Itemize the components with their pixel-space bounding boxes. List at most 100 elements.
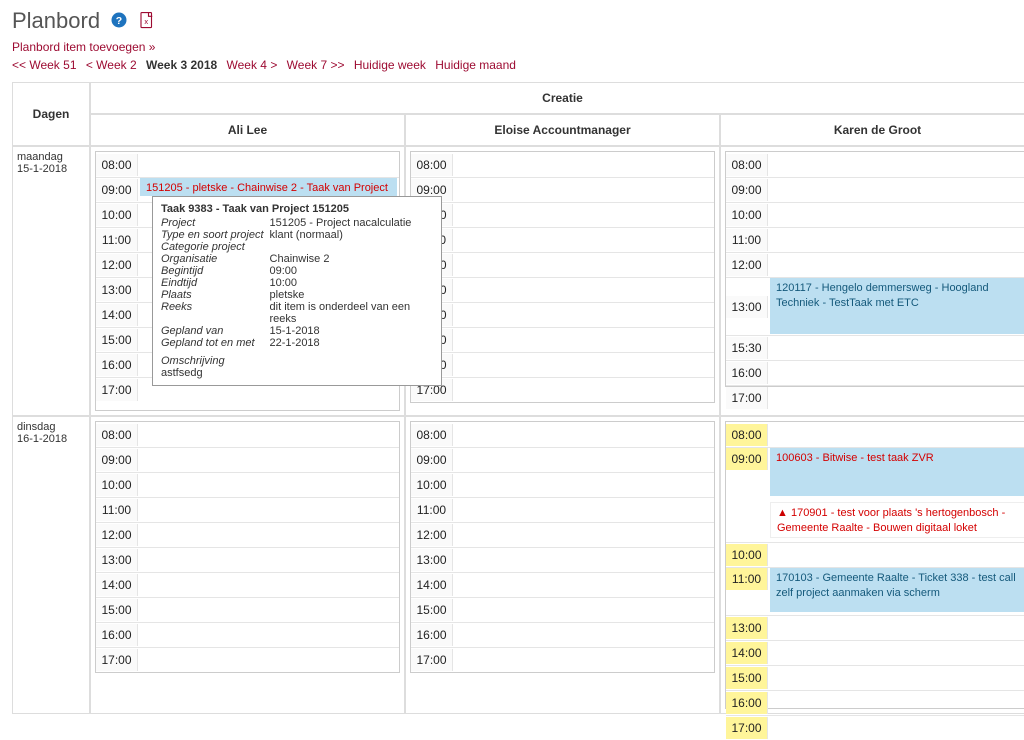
tooltip-key: Eindtijd <box>161 277 270 289</box>
hour-label: 12:00 <box>411 524 453 546</box>
svg-text:x: x <box>144 16 148 25</box>
export-excel-icon[interactable]: x <box>138 11 156 32</box>
hour-label: 11:00 <box>726 568 768 590</box>
nav-today-month[interactable]: Huidige maand <box>435 58 516 72</box>
event-karen-tue-b[interactable]: ▲ 170901 - test voor plaats 's hertogenb… <box>770 502 1024 538</box>
help-icon[interactable]: ? <box>110 11 128 32</box>
add-item-arrow-icon: » <box>149 40 156 54</box>
tooltip-val: 15-1-2018 <box>270 325 433 337</box>
tooltip-val <box>270 241 433 253</box>
hour-label: 10:00 <box>726 204 768 226</box>
nav-today-week[interactable]: Huidige week <box>354 58 426 72</box>
tooltip-val: pletske <box>270 289 433 301</box>
day-name: maandag <box>17 151 85 163</box>
hour-label: 15:30 <box>726 337 768 359</box>
nav-prev2[interactable]: << Week 51 <box>12 58 77 72</box>
add-item-link[interactable]: Planbord item toevoegen <box>12 40 145 54</box>
event-tooltip: Taak 9383 - Taak van Project 151205 Proj… <box>152 196 442 386</box>
tooltip-key: Project <box>161 217 270 229</box>
schedule-karen-mon[interactable]: 08:00 09:00 10:00 11:00 12:00 13:00 15:3… <box>725 151 1024 387</box>
hour-label: 08:00 <box>96 154 138 176</box>
event-ali-mon[interactable]: 151205 - pletske - Chainwise 2 - Taak va… <box>140 178 397 196</box>
hour-label: 15:00 <box>411 599 453 621</box>
col-person2-header: Eloise Accountmanager <box>405 114 720 146</box>
nav-next1[interactable]: Week 4 > <box>227 58 278 72</box>
hour-label: 10:00 <box>96 474 138 496</box>
planboard-table: Dagen Creatie Ali Lee Eloise Accountmana… <box>12 82 1024 714</box>
hour-label: 08:00 <box>411 154 453 176</box>
schedule-karen-tue[interactable]: 08:00 09:00 10:00 11:00 13:00 14:00 15:0… <box>725 421 1024 709</box>
tooltip-val: 151205 - Project nacalculatie <box>270 217 433 229</box>
nav-prev1[interactable]: < Week 2 <box>86 58 137 72</box>
week-nav: << Week 51 < Week 2 Week 3 2018 Week 4 >… <box>12 58 1012 72</box>
hour-label: 10:00 <box>411 474 453 496</box>
col-person3-header: Karen de Groot <box>720 114 1024 146</box>
tooltip-key: Gepland tot en met <box>161 337 270 349</box>
hour-label: 15:00 <box>96 599 138 621</box>
tooltip-key: Plaats <box>161 289 270 301</box>
hour-label: 13:00 <box>726 617 768 639</box>
hour-label: 09:00 <box>96 449 138 471</box>
hour-label: 14:00 <box>96 304 138 326</box>
schedule-eloise-tue[interactable]: 08:00 09:00 10:00 11:00 12:00 13:00 14:0… <box>410 421 715 673</box>
hour-label: 08:00 <box>96 424 138 446</box>
hour-label: 11:00 <box>411 499 453 521</box>
tooltip-desc-label: Omschrijving <box>161 355 433 367</box>
hour-label: 09:00 <box>726 179 768 201</box>
tooltip-key: Type en soort project <box>161 229 270 241</box>
day-date: 16-1-2018 <box>17 433 85 445</box>
schedule-eloise-mon[interactable]: 08:00 09:00 10:00 11:00 12:00 13:00 14:0… <box>410 151 715 403</box>
nav-current: Week 3 2018 <box>146 58 217 72</box>
tooltip-key: Categorie project <box>161 241 270 253</box>
hour-label: 11:00 <box>726 229 768 251</box>
day-date: 15-1-2018 <box>17 163 85 175</box>
warning-icon: ▲ <box>777 507 788 519</box>
event-karen-tue-a[interactable]: 100603 - Bitwise - test taak ZVR <box>770 448 1024 496</box>
tooltip-val: 10:00 <box>270 277 433 289</box>
hour-label: 16:00 <box>411 624 453 646</box>
hour-label: 10:00 <box>96 204 138 226</box>
col-person1-header: Ali Lee <box>90 114 405 146</box>
day-label-mon: maandag 15-1-2018 <box>12 146 90 416</box>
event-label: 170901 - test voor plaats 's hertogenbos… <box>777 507 1005 534</box>
hour-label: 11:00 <box>96 499 138 521</box>
hour-label: 12:00 <box>726 254 768 276</box>
tooltip-val: 22-1-2018 <box>270 337 433 349</box>
tooltip-key: Organisatie <box>161 253 270 265</box>
tooltip-val: 09:00 <box>270 265 433 277</box>
tooltip-val: Chainwise 2 <box>270 253 433 265</box>
hour-label: 16:00 <box>726 692 768 714</box>
tooltip-val: klant (normaal) <box>270 229 433 241</box>
hour-label: 13:00 <box>726 296 768 318</box>
hour-label: 10:00 <box>726 544 768 566</box>
tooltip-val: dit item is onderdeel van een reeks <box>270 301 433 325</box>
event-karen-mon[interactable]: 120117 - Hengelo demmersweg - Hoogland T… <box>770 278 1024 334</box>
event-karen-tue-c[interactable]: 170103 - Gemeente Raalte - Ticket 338 - … <box>770 568 1024 612</box>
hour-label: 12:00 <box>96 524 138 546</box>
hour-label: 13:00 <box>96 279 138 301</box>
hour-label: 08:00 <box>726 154 768 176</box>
svg-text:?: ? <box>116 14 122 26</box>
col-days-header: Dagen <box>12 82 90 146</box>
hour-label: 17:00 <box>411 649 453 671</box>
hour-label: 16:00 <box>96 354 138 376</box>
hour-label: 08:00 <box>411 424 453 446</box>
schedule-ali-mon[interactable]: 08:00 09:00 10:00 11:00 12:00 13:00 14:0… <box>95 151 400 411</box>
hour-label: 15:00 <box>96 329 138 351</box>
hour-label: 17:00 <box>726 387 768 409</box>
tooltip-title: Taak 9383 - Taak van Project 151205 <box>161 203 433 215</box>
hour-label: 17:00 <box>96 379 138 401</box>
hour-label: 12:00 <box>96 254 138 276</box>
hour-label: 14:00 <box>96 574 138 596</box>
hour-label: 14:00 <box>411 574 453 596</box>
schedule-ali-tue[interactable]: 08:00 09:00 10:00 11:00 12:00 13:00 14:0… <box>95 421 400 673</box>
tooltip-key: Reeks <box>161 301 270 325</box>
page-title: Planbord <box>12 8 100 34</box>
hour-label: 09:00 <box>411 449 453 471</box>
hour-label: 09:00 <box>726 448 768 470</box>
nav-next2[interactable]: Week 7 >> <box>287 58 345 72</box>
hour-label: 14:00 <box>726 642 768 664</box>
day-name: dinsdag <box>17 421 85 433</box>
hour-label: 13:00 <box>96 549 138 571</box>
hour-label: 09:00 <box>96 179 138 201</box>
